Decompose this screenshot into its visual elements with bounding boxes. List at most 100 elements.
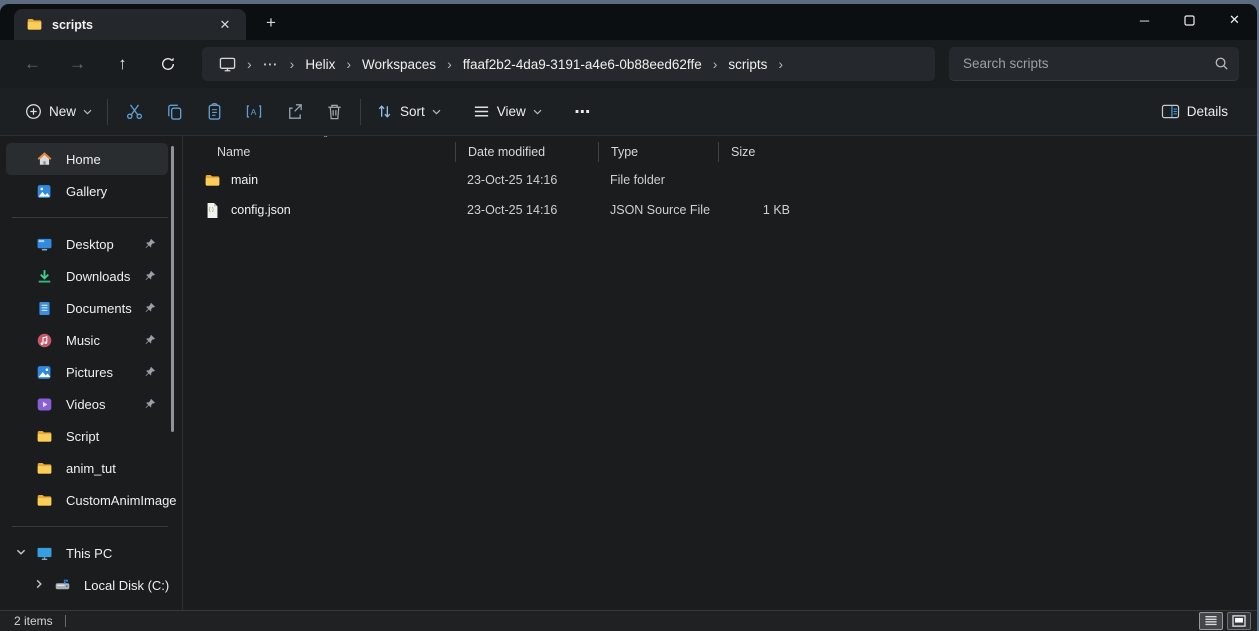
- chevron-right-icon: ›: [445, 56, 454, 72]
- sidebar-item-script[interactable]: Script: [6, 420, 168, 452]
- folder-icon: [204, 172, 221, 189]
- folder-icon: [26, 16, 43, 33]
- column-header-date-modified[interactable]: Date modified: [455, 142, 598, 162]
- new-tab-button[interactable]: +: [256, 9, 286, 37]
- sidebar-item-videos[interactable]: Videos: [6, 388, 168, 420]
- sidebar-item-pictures[interactable]: Pictures: [6, 356, 168, 388]
- chevron-right-icon: ›: [711, 56, 720, 72]
- up-button[interactable]: ↑: [100, 46, 145, 82]
- cut-icon: [125, 102, 144, 121]
- paste-button[interactable]: [194, 95, 234, 129]
- svg-text:A: A: [251, 107, 257, 117]
- sidebar-scrollbar[interactable]: [171, 146, 174, 432]
- breadcrumb-root[interactable]: [210, 51, 245, 77]
- maximize-icon: [1184, 15, 1195, 26]
- view-button[interactable]: View: [464, 95, 551, 129]
- share-button[interactable]: [274, 95, 314, 129]
- maximize-button[interactable]: [1167, 4, 1212, 36]
- breadcrumb-item-helix[interactable]: Helix: [296, 51, 344, 77]
- chevron-down-icon: [432, 109, 441, 115]
- content-area: Home Gallery Desktop Downloads Documents: [0, 136, 1257, 610]
- back-button[interactable]: ←: [10, 46, 55, 82]
- sidebar-item-this-pc[interactable]: This PC: [6, 537, 168, 569]
- folder-icon: [36, 460, 53, 477]
- copy-button[interactable]: [154, 95, 194, 129]
- list-header-row: ˆ Name Date modified Type Size: [196, 139, 1257, 164]
- column-header-size[interactable]: Size: [718, 142, 800, 162]
- sort-button[interactable]: Sort: [367, 95, 450, 129]
- ellipsis-icon: ⋯: [263, 55, 279, 73]
- delete-button[interactable]: [314, 95, 354, 129]
- sidebar-item-music[interactable]: Music: [6, 324, 168, 356]
- plus-circle-icon: [25, 103, 42, 120]
- sidebar-item-local-disk-c[interactable]: Local Disk (C:): [6, 569, 168, 601]
- file-size: 1 KB: [718, 203, 800, 217]
- chevron-down-icon: [533, 109, 542, 115]
- sidebar-item-anim-tut[interactable]: anim_tut: [6, 452, 168, 484]
- forward-button[interactable]: →: [55, 46, 100, 82]
- new-button[interactable]: New: [16, 95, 101, 129]
- details-view-toggle[interactable]: [1199, 612, 1223, 630]
- refresh-button[interactable]: [145, 46, 190, 82]
- svg-text:{ }: { }: [209, 207, 214, 213]
- file-type: File folder: [598, 173, 718, 187]
- breadcrumb: › ⋯ › Helix › Workspaces › ffaaf2b2-4da9…: [202, 47, 935, 81]
- status-bar: 2 items: [0, 610, 1257, 631]
- documents-icon: [36, 300, 53, 317]
- column-header-type[interactable]: Type: [598, 142, 718, 162]
- breadcrumb-item-scripts[interactable]: scripts: [719, 51, 776, 77]
- chevron-down-icon[interactable]: [14, 546, 28, 558]
- pin-icon: [144, 398, 156, 410]
- breadcrumb-overflow[interactable]: ⋯: [254, 51, 288, 77]
- command-toolbar: New A Sort View: [0, 88, 1257, 136]
- breadcrumb-item-workspaces[interactable]: Workspaces: [353, 51, 445, 77]
- details-view-icon: [1204, 615, 1218, 627]
- search-icon: [1214, 56, 1229, 71]
- sidebar-item-documents[interactable]: Documents: [6, 292, 168, 324]
- thumbnail-view-toggle[interactable]: [1227, 612, 1251, 630]
- details-pane-button[interactable]: Details: [1152, 95, 1237, 129]
- copy-icon: [165, 102, 184, 121]
- file-row-main[interactable]: main 23-Oct-25 14:16 File folder: [196, 166, 1257, 194]
- tab-strip: scripts ✕ + ─ ✕: [0, 4, 1257, 40]
- chevron-right-icon[interactable]: [32, 578, 46, 590]
- sidebar-divider: [12, 217, 168, 218]
- breadcrumb-item-guid[interactable]: ffaaf2b2-4da9-3191-a4e6-0b88eed62ffe: [454, 51, 711, 77]
- item-count: 2 items: [14, 614, 53, 628]
- minimize-button[interactable]: ─: [1122, 4, 1167, 36]
- explorer-tab[interactable]: scripts ✕: [14, 9, 246, 40]
- toolbar-divider: [360, 99, 361, 125]
- view-toggles: [1199, 612, 1251, 630]
- music-icon: [36, 332, 53, 349]
- pin-icon: [144, 270, 156, 282]
- file-type: JSON Source File: [598, 203, 718, 217]
- pin-icon: [144, 366, 156, 378]
- tab-close-button[interactable]: ✕: [214, 14, 236, 36]
- sidebar-divider: [12, 526, 168, 527]
- local-disk-icon: [54, 577, 71, 594]
- desktop-icon: [36, 236, 53, 253]
- window-controls: ─ ✕: [1122, 4, 1257, 36]
- rename-button[interactable]: A: [234, 95, 274, 129]
- navigation-bar: ← → ↑ › ⋯ › Helix › Workspaces › ffaaf2b…: [0, 40, 1257, 88]
- pin-icon: [144, 238, 156, 250]
- pictures-icon: [36, 364, 53, 381]
- thumbnail-view-icon: [1232, 615, 1246, 627]
- more-options-button[interactable]: ⋯: [563, 95, 603, 129]
- file-row-config-json[interactable]: { } config.json 23-Oct-25 14:16 JSON Sou…: [196, 196, 1257, 224]
- sidebar-item-downloads[interactable]: Downloads: [6, 260, 168, 292]
- pin-icon: [144, 302, 156, 314]
- sidebar-item-gallery[interactable]: Gallery: [6, 175, 168, 207]
- chevron-down-icon: [83, 109, 92, 115]
- view-icon: [473, 103, 490, 120]
- sidebar-item-desktop[interactable]: Desktop: [6, 228, 168, 260]
- search-input[interactable]: [963, 56, 1214, 71]
- cut-button[interactable]: [114, 95, 154, 129]
- close-button[interactable]: ✕: [1212, 4, 1257, 36]
- sidebar-item-home[interactable]: Home: [6, 143, 168, 175]
- file-name: config.json: [231, 203, 291, 217]
- sidebar-item-customanimimage[interactable]: CustomAnimImage: [6, 484, 168, 516]
- sort-ascending-icon: ˆ: [324, 136, 327, 146]
- home-icon: [36, 151, 53, 168]
- gallery-icon: [36, 183, 53, 200]
